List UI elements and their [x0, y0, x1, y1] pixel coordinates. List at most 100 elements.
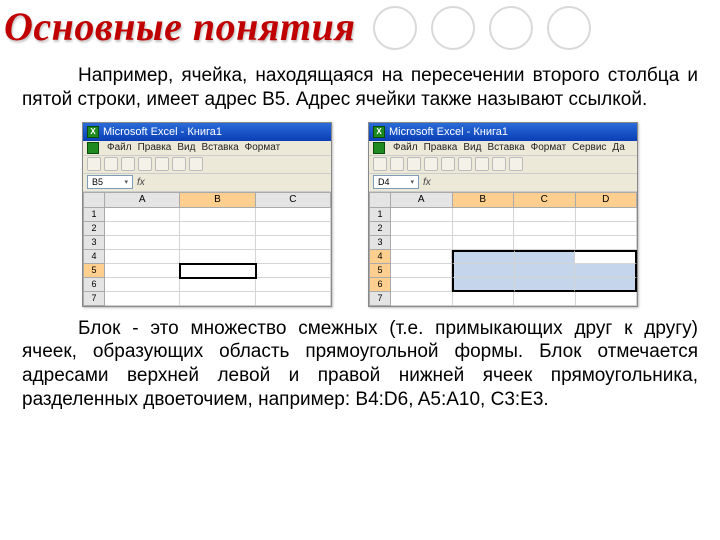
col-header[interactable]: A [391, 192, 453, 208]
cell-selected[interactable] [575, 264, 637, 278]
cell[interactable] [256, 278, 331, 292]
cell[interactable] [180, 278, 255, 292]
cell[interactable] [391, 208, 453, 222]
menu-item[interactable]: Вставка [487, 142, 524, 153]
cell[interactable] [453, 292, 515, 306]
name-box[interactable]: D4 [373, 175, 419, 189]
cell[interactable] [576, 236, 638, 250]
cell[interactable] [391, 236, 453, 250]
toolbar-button[interactable] [390, 157, 404, 171]
row-header[interactable]: 5 [369, 264, 391, 278]
menu-item[interactable]: Сервис [572, 142, 606, 153]
cell[interactable] [105, 236, 180, 250]
row-header[interactable]: 5 [83, 264, 105, 278]
spreadsheet-grid[interactable]: A B C D 1 2 3 4 5 6 7 [369, 192, 637, 306]
cell-selected[interactable] [515, 264, 576, 278]
cell-selected[interactable] [575, 278, 637, 292]
toolbar-button[interactable] [121, 157, 135, 171]
menu-item[interactable]: Файл [107, 142, 132, 153]
cell-selected[interactable] [515, 278, 576, 292]
menu-item[interactable]: Формат [531, 142, 567, 153]
toolbar-button[interactable] [373, 157, 387, 171]
cell[interactable] [105, 278, 180, 292]
cell-selected[interactable] [452, 278, 515, 292]
cell[interactable] [180, 236, 255, 250]
cell[interactable] [576, 208, 638, 222]
row-header[interactable]: 6 [369, 278, 391, 292]
toolbar-button[interactable] [172, 157, 186, 171]
toolbar-button[interactable] [492, 157, 506, 171]
toolbar-button[interactable] [155, 157, 169, 171]
row-header[interactable]: 7 [369, 292, 391, 306]
col-header[interactable]: B [453, 192, 515, 208]
toolbar-button[interactable] [458, 157, 472, 171]
cell[interactable] [514, 236, 576, 250]
cell[interactable] [514, 292, 576, 306]
toolbar-button[interactable] [407, 157, 421, 171]
cell[interactable] [180, 208, 255, 222]
cell[interactable] [453, 208, 515, 222]
row-header[interactable]: 4 [369, 250, 391, 264]
cell[interactable] [576, 292, 638, 306]
col-header[interactable]: A [105, 192, 180, 208]
cell[interactable] [105, 222, 180, 236]
row-header[interactable]: 2 [83, 222, 105, 236]
active-cell[interactable] [179, 263, 257, 279]
row-header[interactable]: 1 [83, 208, 105, 222]
cell[interactable] [391, 292, 453, 306]
toolbar-button[interactable] [87, 157, 101, 171]
fx-icon[interactable]: fx [423, 177, 431, 188]
toolbar-button[interactable] [104, 157, 118, 171]
row-header[interactable]: 3 [83, 236, 105, 250]
toolbar-button[interactable] [441, 157, 455, 171]
toolbar-button[interactable] [475, 157, 489, 171]
row-header[interactable]: 7 [83, 292, 105, 306]
cell[interactable] [514, 208, 576, 222]
select-all-corner[interactable] [369, 192, 391, 208]
menu-item[interactable]: Да [612, 142, 624, 153]
cell-selected[interactable] [452, 264, 515, 278]
cell[interactable] [256, 208, 331, 222]
spreadsheet-grid[interactable]: A B C 1 2 3 4 5 6 7 [83, 192, 331, 306]
cell[interactable] [256, 222, 331, 236]
col-header[interactable]: C [514, 192, 576, 208]
active-cell[interactable] [575, 250, 637, 264]
col-header[interactable]: D [576, 192, 638, 208]
cell[interactable] [180, 292, 255, 306]
cell[interactable] [105, 208, 180, 222]
row-header[interactable]: 6 [83, 278, 105, 292]
menu-item[interactable]: Файл [393, 142, 418, 153]
cell[interactable] [256, 236, 331, 250]
name-box[interactable]: B5 [87, 175, 133, 189]
cell[interactable] [576, 222, 638, 236]
menu-item[interactable]: Вид [177, 142, 195, 153]
row-header[interactable]: 1 [369, 208, 391, 222]
col-header[interactable]: B [180, 192, 255, 208]
toolbar-button[interactable] [509, 157, 523, 171]
select-all-corner[interactable] [83, 192, 105, 208]
cell[interactable] [256, 250, 331, 264]
cell[interactable] [105, 264, 180, 278]
cell-selected[interactable] [452, 250, 515, 264]
menu-item[interactable]: Правка [138, 142, 172, 153]
row-header[interactable]: 2 [369, 222, 391, 236]
row-header[interactable]: 4 [83, 250, 105, 264]
cell[interactable] [105, 250, 180, 264]
cell[interactable] [256, 292, 331, 306]
cell-selected[interactable] [515, 250, 576, 264]
cell[interactable] [453, 236, 515, 250]
menu-item[interactable]: Вставка [201, 142, 238, 153]
toolbar-button[interactable] [138, 157, 152, 171]
cell[interactable] [180, 250, 255, 264]
fx-icon[interactable]: fx [137, 177, 145, 188]
cell[interactable] [256, 264, 331, 278]
cell[interactable] [391, 264, 452, 278]
menu-item[interactable]: Правка [424, 142, 458, 153]
menu-item[interactable]: Вид [463, 142, 481, 153]
cell[interactable] [514, 222, 576, 236]
cell[interactable] [391, 278, 452, 292]
cell[interactable] [391, 250, 452, 264]
col-header[interactable]: C [256, 192, 331, 208]
cell[interactable] [391, 222, 453, 236]
toolbar-button[interactable] [189, 157, 203, 171]
